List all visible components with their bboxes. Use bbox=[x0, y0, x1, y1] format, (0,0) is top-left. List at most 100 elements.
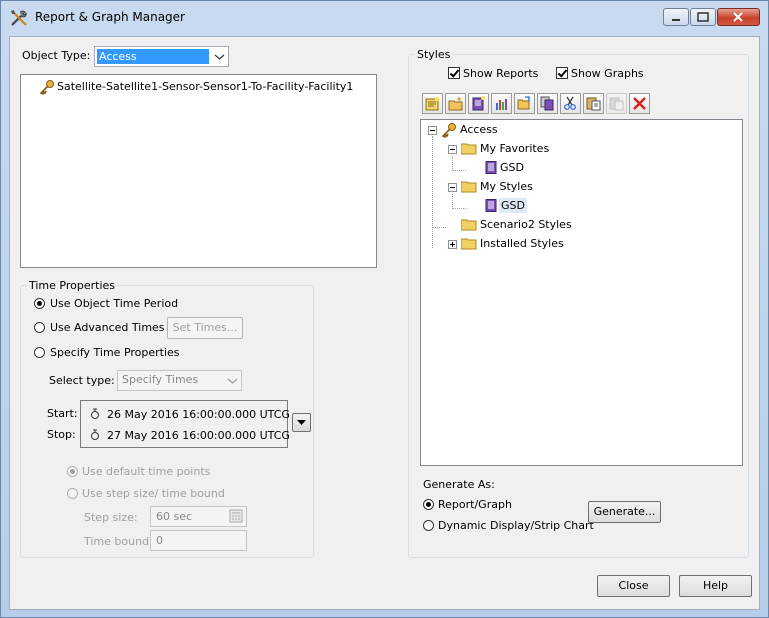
object-type-select[interactable]: Access bbox=[94, 46, 229, 67]
open-folder-icon bbox=[517, 96, 530, 110]
copy-style-button[interactable] bbox=[537, 93, 558, 114]
specify-time-properties-radio[interactable] bbox=[34, 347, 45, 358]
folder-icon bbox=[461, 238, 477, 250]
tree-node-label: GSD bbox=[500, 161, 524, 174]
help-button[interactable]: Help bbox=[679, 575, 752, 597]
collapse-icon[interactable] bbox=[448, 145, 457, 154]
disabled-paste-icon bbox=[609, 97, 624, 111]
title-bar[interactable]: Report & Graph Manager bbox=[1, 1, 768, 33]
styles-tree[interactable]: Access My Favorites GSD My Styles GSD Sc… bbox=[420, 119, 743, 466]
time-interval-box: 26 May 2016 16:00:00.000 UTCG 27 May 201… bbox=[80, 400, 290, 448]
time-bound-field[interactable]: 0 bbox=[150, 530, 247, 551]
report-graph-label: Report/Graph bbox=[438, 498, 512, 511]
time-bound-label: Time bound: bbox=[84, 535, 153, 548]
tree-node-my-favorites[interactable]: My Favorites bbox=[425, 140, 565, 158]
step-size-radio[interactable] bbox=[67, 488, 78, 499]
tree-node-installed-styles[interactable]: Installed Styles bbox=[425, 235, 585, 253]
time-properties-group: Time Properties Use Object Time Period U… bbox=[20, 279, 314, 558]
report-style-icon bbox=[485, 199, 497, 212]
tree-node-scenario-styles[interactable]: Scenario2 Styles bbox=[425, 216, 585, 234]
copy-style-icon bbox=[540, 96, 554, 111]
tree-node-styles-gsd[interactable]: GSD bbox=[425, 197, 535, 215]
specify-time-properties-label: Specify Time Properties bbox=[50, 346, 180, 359]
access-key-icon bbox=[39, 80, 54, 95]
show-graphs-label: Show Graphs bbox=[571, 67, 644, 80]
report-graph-radio[interactable] bbox=[423, 499, 434, 510]
time-options-button[interactable] bbox=[292, 413, 311, 432]
new-chart-button[interactable] bbox=[491, 93, 512, 114]
show-graphs-checkbox[interactable] bbox=[556, 67, 568, 79]
maximize-button[interactable] bbox=[690, 8, 716, 26]
folder-icon bbox=[461, 219, 477, 231]
paste-button[interactable] bbox=[583, 93, 604, 114]
report-graph-manager-window: Report & Graph Manager Object Type: Acce… bbox=[0, 0, 769, 618]
new-report-properties-icon bbox=[472, 96, 485, 111]
tree-node-label: Scenario2 Styles bbox=[480, 218, 572, 231]
new-graph-icon bbox=[448, 97, 463, 111]
tools-icon bbox=[11, 10, 27, 26]
open-style-button[interactable] bbox=[514, 93, 535, 114]
generate-button[interactable]: Generate... bbox=[588, 501, 661, 523]
object-name: Satellite-Satellite1-Sensor-Sensor1-To-F… bbox=[57, 80, 354, 93]
minimize-button[interactable] bbox=[663, 8, 689, 26]
disabled-paste-button[interactable] bbox=[606, 93, 627, 114]
styles-title: Styles bbox=[415, 48, 453, 61]
start-label: Start: bbox=[47, 407, 78, 420]
stop-label: Stop: bbox=[47, 428, 76, 441]
folder-icon bbox=[461, 181, 477, 193]
chevron-down-icon bbox=[227, 378, 238, 384]
delete-button[interactable] bbox=[629, 93, 650, 114]
new-report-properties-button[interactable] bbox=[468, 93, 489, 114]
tree-node-label: My Styles bbox=[480, 180, 533, 193]
tree-node-my-styles[interactable]: My Styles bbox=[425, 178, 565, 196]
select-type-label: Select type: bbox=[49, 374, 115, 387]
close-window-button[interactable] bbox=[717, 8, 760, 26]
object-type-label: Object Type: bbox=[22, 49, 91, 62]
step-size-label: Step size: bbox=[84, 511, 138, 524]
clock-icon bbox=[91, 408, 99, 419]
folder-icon bbox=[461, 143, 477, 155]
new-graph-button[interactable] bbox=[445, 93, 466, 114]
start-time-value[interactable]: 26 May 2016 16:00:00.000 UTCG bbox=[107, 408, 290, 421]
cut-button[interactable] bbox=[560, 93, 581, 114]
time-bound-value: 0 bbox=[156, 534, 163, 547]
step-size-field[interactable]: 60 sec bbox=[150, 506, 247, 527]
tree-node-access[interactable]: Access bbox=[425, 121, 525, 139]
step-size-value: 60 sec bbox=[156, 510, 193, 523]
close-button[interactable]: Close bbox=[597, 575, 670, 597]
dynamic-display-radio[interactable] bbox=[423, 520, 434, 531]
set-times-button[interactable]: Set Times... bbox=[167, 317, 243, 339]
collapse-icon[interactable] bbox=[448, 183, 457, 192]
tree-node-label: Installed Styles bbox=[480, 237, 564, 250]
minimize-icon bbox=[672, 19, 680, 21]
delete-icon bbox=[633, 97, 646, 110]
access-key-icon bbox=[441, 123, 456, 138]
object-list[interactable]: Satellite-Satellite1-Sensor-Sensor1-To-F… bbox=[20, 74, 377, 268]
step-size-time-bound-label: Use step size/ time bound bbox=[82, 487, 225, 500]
select-type-select[interactable]: Specify Times bbox=[117, 370, 242, 391]
object-type-value: Access bbox=[97, 49, 209, 64]
dialog-body: Object Type: Access Satellite-Satellite1… bbox=[9, 36, 760, 610]
expand-icon[interactable] bbox=[448, 240, 457, 249]
paste-icon bbox=[586, 97, 601, 111]
maximize-icon bbox=[697, 12, 709, 22]
new-chart-icon bbox=[496, 99, 507, 110]
use-object-time-radio[interactable] bbox=[34, 298, 45, 309]
dynamic-display-label: Dynamic Display/Strip Chart bbox=[438, 519, 594, 532]
new-report-icon bbox=[425, 97, 439, 111]
stop-time-value[interactable]: 27 May 2016 16:00:00.000 UTCG bbox=[107, 429, 290, 442]
tree-node-favorite-gsd[interactable]: GSD bbox=[425, 159, 524, 177]
select-type-value: Specify Times bbox=[122, 373, 199, 386]
new-report-button[interactable] bbox=[422, 93, 443, 114]
default-time-points-radio[interactable] bbox=[67, 466, 78, 477]
use-advanced-times-label: Use Advanced Times bbox=[50, 321, 165, 334]
tree-node-label: My Favorites bbox=[480, 142, 550, 155]
use-advanced-times-radio[interactable] bbox=[34, 322, 45, 333]
report-style-icon bbox=[485, 161, 497, 174]
generate-as-label: Generate As: bbox=[423, 478, 495, 491]
show-reports-checkbox[interactable] bbox=[448, 67, 460, 79]
tree-node-label: GSD bbox=[499, 198, 527, 213]
triangle-down-icon bbox=[297, 420, 306, 425]
collapse-icon[interactable] bbox=[428, 126, 437, 135]
default-time-points-label: Use default time points bbox=[82, 465, 211, 478]
